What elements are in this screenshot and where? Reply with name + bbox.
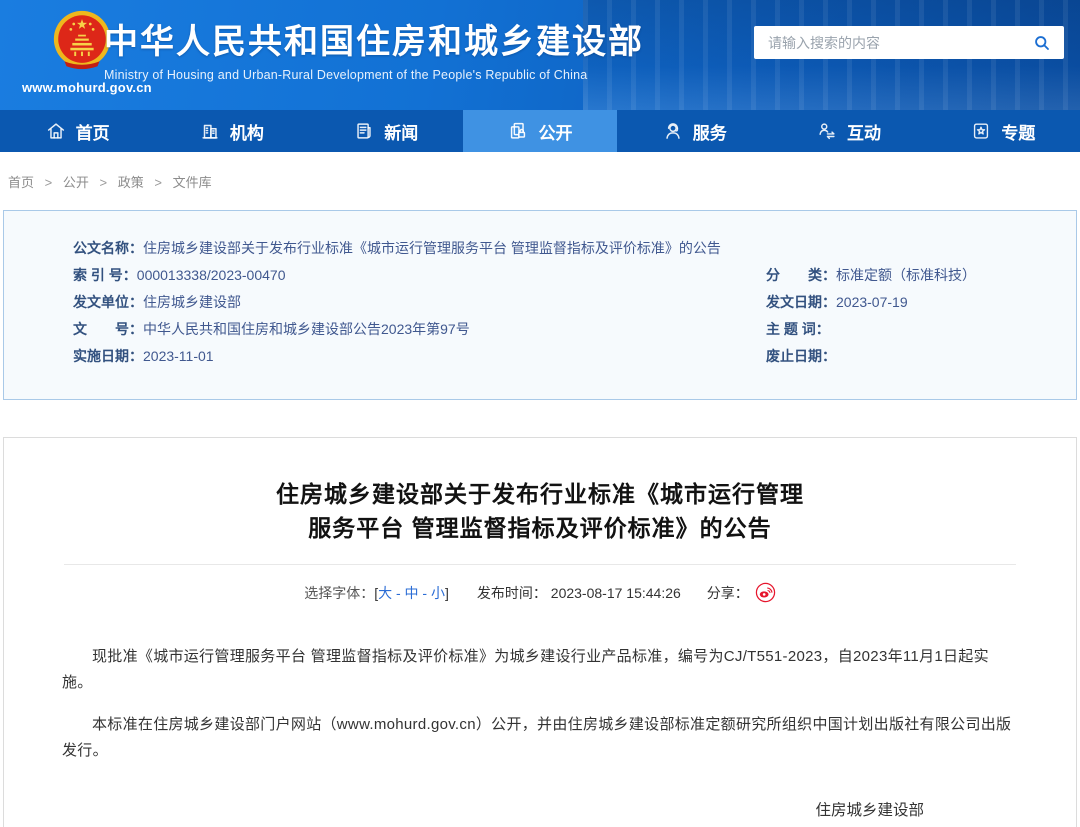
font-size-medium-button[interactable]: 中 (405, 583, 419, 603)
meta-label: 索 引 号： (73, 262, 137, 289)
font-size-large-button[interactable]: 大 (378, 583, 392, 603)
meta-field-issue-date: 发文日期： 2023-07-19 (766, 289, 1056, 316)
breadcrumb-home[interactable]: 首页 (8, 175, 34, 190)
document-meta-card: 公文名称： 住房城乡建设部关于发布行业标准《城市运行管理服务平台 管理监督指标及… (3, 210, 1077, 400)
meta-field-category: 分 类： 标准定额（标准科技） (766, 262, 1056, 289)
nav-label: 公开 (538, 119, 572, 144)
nav-item-interaction[interactable]: 互动 (771, 110, 925, 152)
site-title-block: 中华人民共和国住房和城乡建设部 Ministry of Housing and … (104, 22, 644, 82)
organization-icon (199, 120, 221, 142)
font-select-separator: - (392, 585, 404, 601)
meta-label: 分 类： (766, 262, 836, 289)
article-card: 住房城乡建设部关于发布行业标准《城市运行管理 服务平台 管理监督指标及评价标准》… (3, 437, 1077, 827)
article-title-line1: 住房城乡建设部关于发布行业标准《城市运行管理 (4, 477, 1076, 511)
meta-row: 文 号： 中华人民共和国住房和城乡建设部公告2023年第97号 主 题 词： (73, 316, 1056, 343)
nav-item-topic[interactable]: 专题 (926, 110, 1080, 152)
font-select-label: 选择字体： (304, 583, 374, 603)
breadcrumb: 首页 > 公开 > 政策 > 文件库 (0, 152, 1080, 210)
share-label: 分享： (707, 583, 749, 603)
breadcrumb-separator: > (45, 175, 53, 190)
meta-field-subject-words: 主 题 词： (766, 316, 1056, 343)
article-meta-bar: 选择字体： [ 大 - 中 - 小 ] 发布时间： 2023-08-17 15:… (4, 582, 1076, 603)
site-header: www.mohurd.gov.cn 中华人民共和国住房和城乡建设部 Minist… (0, 0, 1080, 110)
meta-field-repeal-date: 废止日期： (766, 343, 1056, 370)
section-gap (0, 400, 1080, 437)
meta-row: 实施日期： 2023-11-01 废止日期： (73, 343, 1056, 370)
meta-field-issuing-unit: 发文单位： 住房城乡建设部 (73, 289, 766, 316)
nav-item-disclosure[interactable]: 公开 (463, 110, 617, 152)
nav-label: 专题 (1001, 119, 1035, 144)
main-nav: 首页 机构 新闻 公开 服务 互动 (0, 110, 1080, 152)
nav-item-news[interactable]: 新闻 (309, 110, 463, 152)
meta-field-doc-name: 公文名称： 住房城乡建设部关于发布行业标准《城市运行管理服务平台 管理监督指标及… (73, 235, 721, 262)
meta-value: 000013338/2023-00470 (137, 262, 286, 289)
site-title: 中华人民共和国住房和城乡建设部 (104, 22, 644, 62)
meta-value: 标准定额（标准科技） (836, 262, 976, 289)
topic-icon (970, 120, 992, 142)
meta-value: 中华人民共和国住房和城乡建设部公告2023年第97号 (143, 316, 470, 343)
article-title-line2: 服务平台 管理监督指标及评价标准》的公告 (4, 511, 1076, 545)
font-select-bracket-close: ] (445, 585, 449, 601)
nav-label: 新闻 (384, 119, 418, 144)
share-group: 分享： (707, 582, 776, 603)
signature-block: 住房城乡建设部 2023年7月19日 (815, 797, 924, 827)
meta-field-doc-no: 文 号： 中华人民共和国住房和城乡建设部公告2023年第97号 (73, 316, 766, 343)
service-icon (662, 120, 684, 142)
meta-row: 索 引 号： 000013338/2023-00470 分 类： 标准定额（标准… (73, 262, 1056, 289)
disclosure-icon (507, 120, 529, 142)
meta-label: 发文单位： (73, 289, 143, 316)
home-icon (45, 120, 67, 142)
breadcrumb-disclosure[interactable]: 公开 (63, 175, 89, 190)
meta-value: 住房城乡建设部 (143, 289, 241, 316)
meta-row: 发文单位： 住房城乡建设部 发文日期： 2023-07-19 (73, 289, 1056, 316)
meta-label: 实施日期： (73, 343, 143, 370)
font-size-small-button[interactable]: 小 (431, 583, 445, 603)
breadcrumb-policy[interactable]: 政策 (118, 175, 144, 190)
breadcrumb-library[interactable]: 文件库 (173, 175, 212, 190)
nav-item-organization[interactable]: 机构 (154, 110, 308, 152)
title-divider (64, 564, 1016, 565)
weibo-share-icon[interactable] (755, 582, 776, 603)
meta-value: 2023-07-19 (836, 289, 908, 316)
article-body: 现批准《城市运行管理服务平台 管理监督指标及评价标准》为城乡建设行业产品标准，编… (4, 644, 1076, 764)
breadcrumb-separator: > (100, 175, 108, 190)
article-title: 住房城乡建设部关于发布行业标准《城市运行管理 服务平台 管理监督指标及评价标准》… (4, 477, 1076, 545)
search-box[interactable] (754, 26, 1064, 59)
nav-label: 首页 (76, 119, 110, 144)
interaction-icon (816, 120, 838, 142)
publish-time-value: 2023-08-17 15:44:26 (551, 585, 681, 601)
news-icon (353, 120, 375, 142)
nav-item-service[interactable]: 服务 (617, 110, 771, 152)
nav-label: 互动 (847, 119, 881, 144)
signature-org: 住房城乡建设部 (815, 797, 924, 825)
meta-label: 废止日期： (766, 343, 836, 370)
nav-item-home[interactable]: 首页 (0, 110, 154, 152)
publish-time-label: 发布时间： (477, 585, 547, 601)
publish-time-group: 发布时间： 2023-08-17 15:44:26 (477, 583, 681, 603)
meta-label: 公文名称： (73, 235, 143, 262)
site-url: www.mohurd.gov.cn (22, 80, 142, 95)
meta-label: 主 题 词： (766, 316, 830, 343)
nav-label: 机构 (230, 119, 264, 144)
search-button[interactable] (1030, 31, 1054, 55)
meta-row-doc-name: 公文名称： 住房城乡建设部关于发布行业标准《城市运行管理服务平台 管理监督指标及… (73, 235, 1056, 262)
site-subtitle: Ministry of Housing and Urban-Rural Deve… (104, 68, 644, 82)
article-paragraph-2: 本标准在住房城乡建设部门户网站（www.mohurd.gov.cn）公开，并由住… (62, 712, 1018, 764)
article-paragraph-1: 现批准《城市运行管理服务平台 管理监督指标及评价标准》为城乡建设行业产品标准，编… (62, 644, 1018, 696)
breadcrumb-separator: > (154, 175, 162, 190)
search-input[interactable] (768, 35, 1030, 51)
meta-field-index-no: 索 引 号： 000013338/2023-00470 (73, 262, 766, 289)
meta-field-impl-date: 实施日期： 2023-11-01 (73, 343, 766, 370)
meta-value: 2023-11-01 (143, 343, 214, 370)
font-select-separator: - (419, 585, 431, 601)
meta-value: 住房城乡建设部关于发布行业标准《城市运行管理服务平台 管理监督指标及评价标准》的… (143, 235, 721, 262)
meta-label: 文 号： (73, 316, 143, 343)
meta-label: 发文日期： (766, 289, 836, 316)
search-icon (1032, 33, 1052, 53)
nav-label: 服务 (693, 119, 727, 144)
